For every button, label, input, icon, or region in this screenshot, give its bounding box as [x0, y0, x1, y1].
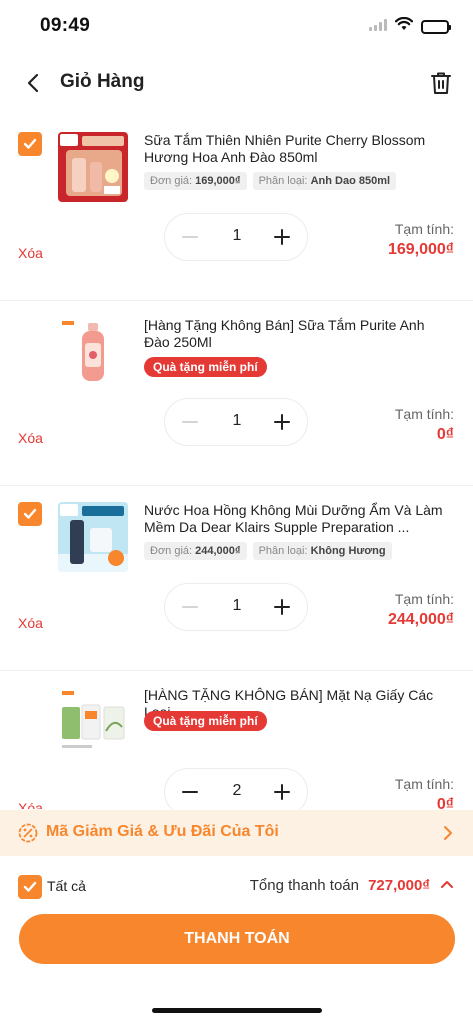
quantity-stepper: 1 [164, 213, 308, 261]
variant-tag[interactable]: Phân loại: Anh Dao 850ml [252, 172, 397, 190]
quantity-stepper: 2 [164, 768, 308, 809]
unit-price-tag: Đơn giá: 244,000₫ [144, 542, 247, 560]
delete-item-link[interactable]: Xóa [18, 430, 43, 446]
product-name[interactable]: [Hàng Tặng Không Bán] Sữa Tắm Purite Anh… [144, 317, 454, 351]
subtotal-label: Tạm tính: [394, 776, 454, 792]
increase-quantity-button[interactable] [269, 779, 295, 805]
minus-icon [182, 236, 198, 238]
subtotal-value: 244,000₫ [387, 611, 454, 628]
cart-item: Nước Hoa Hồng Không Mùi Dưỡng Ẩm Và Làm … [0, 486, 473, 671]
delete-all-button[interactable] [427, 69, 455, 97]
quantity-value[interactable]: 1 [217, 227, 257, 245]
minus-icon [182, 791, 198, 793]
check-icon [23, 138, 37, 149]
header: Giỏ Hàng [0, 60, 473, 106]
decrease-quantity-button[interactable] [177, 409, 203, 435]
product-image[interactable] [58, 317, 128, 387]
minus-icon [182, 421, 198, 423]
chevron-up-icon[interactable] [440, 880, 454, 889]
wifi-icon [394, 16, 414, 36]
check-icon [23, 508, 37, 519]
voucher-bar[interactable]: Mã Giảm Giá & Ưu Đãi Của Tôi [0, 810, 473, 856]
variant-tag[interactable]: Phân loại: Không Hương [252, 542, 392, 560]
chevron-left-icon [27, 73, 39, 93]
plus-icon [274, 784, 290, 800]
quantity-stepper: 1 [164, 398, 308, 446]
minus-icon [182, 606, 198, 608]
delete-item-link[interactable]: Xóa [18, 615, 43, 631]
decrease-quantity-button[interactable] [177, 224, 203, 250]
home-indicator [152, 1008, 322, 1013]
plus-icon [274, 414, 290, 430]
checkout-footer: Tất cả Tổng thanh toán 727,000₫ THANH TO… [0, 856, 473, 1024]
quantity-value[interactable]: 2 [217, 782, 257, 800]
cart-item: [Hàng Tặng Không Bán] Sữa Tắm Purite Anh… [0, 301, 473, 486]
subtotal-value: 0₫ [436, 796, 454, 809]
increase-quantity-button[interactable] [269, 224, 295, 250]
product-name[interactable]: Nước Hoa Hồng Không Mùi Dưỡng Ẩm Và Làm … [144, 502, 454, 536]
status-time: 09:49 [40, 15, 91, 36]
product-image[interactable] [58, 687, 128, 757]
select-all-label[interactable]: Tất cả [47, 878, 86, 894]
product-name[interactable]: Sữa Tắm Thiên Nhiên Purite Cherry Blosso… [144, 132, 454, 166]
free-gift-badge: Quà tặng miễn phí [144, 357, 267, 377]
product-image[interactable] [58, 502, 128, 572]
product-image[interactable] [58, 132, 128, 202]
item-checkbox[interactable] [18, 502, 42, 526]
plus-icon [274, 599, 290, 615]
quantity-value[interactable]: 1 [217, 412, 257, 430]
total-value: 727,000₫ [368, 877, 430, 894]
back-button[interactable] [18, 68, 48, 98]
page-title: Giỏ Hàng [60, 71, 145, 92]
status-bar: 09:49 [0, 0, 473, 52]
cellular-icon [369, 18, 387, 36]
subtotal-value: 0₫ [436, 426, 454, 443]
delete-item-link[interactable]: Xóa [18, 245, 43, 261]
cart-item: [HÀNG TẶNG KHÔNG BÁN] Mặt Nạ Giấy Các Lo… [0, 671, 473, 809]
cart-list: Sữa Tắm Thiên Nhiên Purite Cherry Blosso… [0, 116, 473, 809]
status-icons [369, 16, 451, 36]
delete-item-link[interactable]: Xóa [18, 800, 43, 809]
checkout-button[interactable]: THANH TOÁN [19, 914, 455, 964]
free-gift-badge: Quà tặng miễn phí [144, 711, 267, 731]
plus-icon [274, 229, 290, 245]
decrease-quantity-button[interactable] [177, 594, 203, 620]
select-all-checkbox[interactable] [18, 875, 42, 899]
product-tags: Đơn giá: 244,000₫ Phân loại: Không Hương [144, 542, 392, 560]
subtotal-label: Tạm tính: [394, 406, 454, 422]
increase-quantity-button[interactable] [269, 594, 295, 620]
trash-icon [431, 72, 451, 94]
subtotal-label: Tạm tính: [394, 221, 454, 237]
item-checkbox[interactable] [18, 132, 42, 156]
chevron-right-icon [444, 826, 452, 840]
decrease-quantity-button[interactable] [177, 779, 203, 805]
subtotal-label: Tạm tính: [394, 591, 454, 607]
check-icon [23, 881, 37, 892]
product-tags: Đơn giá: 169,000₫ Phân loại: Anh Dao 850… [144, 172, 397, 190]
increase-quantity-button[interactable] [269, 409, 295, 435]
discount-icon [18, 823, 38, 843]
cart-item: Sữa Tắm Thiên Nhiên Purite Cherry Blosso… [0, 116, 473, 301]
unit-price-tag: Đơn giá: 169,000₫ [144, 172, 247, 190]
battery-icon [421, 19, 451, 34]
total-label: Tổng thanh toán [249, 877, 359, 894]
quantity-value[interactable]: 1 [217, 597, 257, 615]
quantity-stepper: 1 [164, 583, 308, 631]
subtotal-value: 169,000₫ [387, 241, 454, 258]
voucher-label: Mã Giảm Giá & Ưu Đãi Của Tôi [46, 823, 279, 840]
